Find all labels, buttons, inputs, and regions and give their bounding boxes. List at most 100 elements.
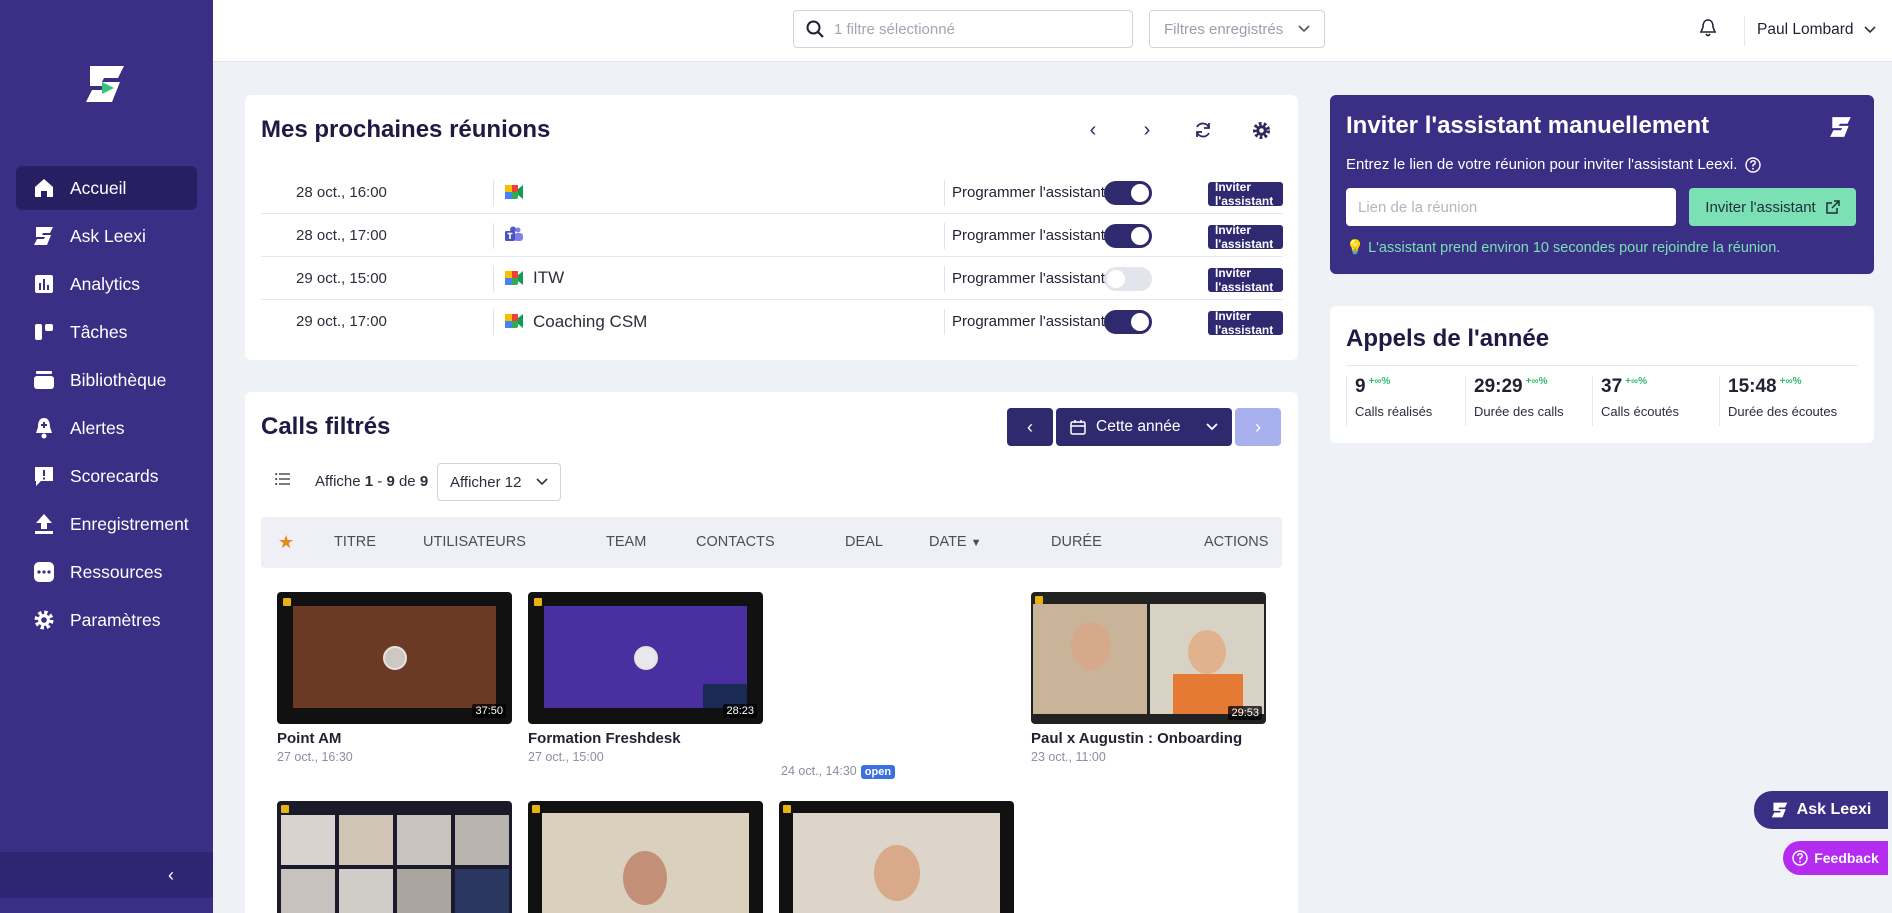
sidebar-item-scorecards[interactable]: Scorecards bbox=[16, 454, 197, 498]
per-page-select[interactable]: Afficher 12 bbox=[437, 463, 561, 501]
sidebar-item-accueil[interactable]: Accueil bbox=[16, 166, 197, 210]
sidebar-item-taches[interactable]: Tâches bbox=[16, 310, 197, 354]
call-date: 24 oct., 14:30 bbox=[781, 764, 857, 778]
call-tile[interactable] bbox=[528, 801, 763, 913]
call-duration: 28:23 bbox=[723, 704, 757, 718]
saved-filters-select[interactable]: Filtres enregistrés bbox=[1149, 10, 1325, 48]
meeting-title: ITW bbox=[533, 268, 565, 287]
upcoming-meetings-card: Mes prochaines réunions ‹ › 28 oct., 16:… bbox=[245, 95, 1298, 360]
chevron-down-icon bbox=[536, 478, 548, 486]
call-title[interactable]: Formation Freshdesk bbox=[528, 730, 763, 747]
star-icon[interactable]: ★ bbox=[278, 532, 294, 553]
stat-value: 15:48 bbox=[1728, 376, 1777, 397]
column-header-contacts[interactable]: CONTACTS bbox=[696, 534, 775, 550]
search-input[interactable]: 1 filtre sélectionné bbox=[793, 10, 1133, 48]
call-thumbnail[interactable] bbox=[779, 801, 1014, 913]
chevron-down-icon bbox=[1863, 26, 1876, 34]
column-header-duree[interactable]: DURÉE bbox=[1051, 534, 1102, 550]
invite-assistant-button[interactable]: Inviter l'assistant bbox=[1208, 266, 1283, 294]
call-thumbnail[interactable]: 28:23 bbox=[528, 592, 763, 724]
ask-leexi-floating-button[interactable]: Ask Leexi bbox=[1754, 791, 1888, 829]
sidebar-item-ask-leexi[interactable]: Ask Leexi bbox=[16, 214, 197, 258]
previous-period-button[interactable]: ‹ bbox=[1007, 408, 1053, 446]
google-meet-icon bbox=[504, 269, 524, 287]
invite-button-label: Inviter l'assistant bbox=[1705, 198, 1816, 216]
call-thumbnail[interactable]: 29:53 bbox=[1031, 592, 1266, 724]
sidebar-item-parametres[interactable]: Paramètres bbox=[16, 598, 197, 642]
invite-assistant-button[interactable]: Inviter l'assistant bbox=[1208, 223, 1283, 251]
yearly-calls-card: Appels de l'année 9 +∞% Calls réalisés 29… bbox=[1330, 306, 1874, 443]
program-assistant-label: Programmer l'assistant bbox=[952, 226, 1105, 244]
list-view-icon[interactable] bbox=[275, 472, 291, 491]
user-menu[interactable]: Paul Lombard bbox=[1757, 21, 1876, 39]
saved-filters-label: Filtres enregistrés bbox=[1164, 20, 1284, 38]
row-divider bbox=[493, 180, 494, 206]
leexi-icon bbox=[1771, 802, 1788, 818]
invite-subtitle-row: Entrez le lien de votre réunion pour inv… bbox=[1346, 156, 1762, 173]
sidebar-item-ressources[interactable]: Ressources bbox=[16, 550, 197, 594]
feedback-button[interactable]: Feedback bbox=[1783, 841, 1888, 875]
calendar-icon bbox=[1070, 420, 1086, 435]
leexi-logo[interactable] bbox=[84, 62, 130, 106]
showing-total: 9 bbox=[419, 473, 429, 490]
column-header-deal[interactable]: DEAL bbox=[845, 534, 883, 550]
call-tile[interactable] bbox=[277, 801, 512, 913]
tasks-icon bbox=[32, 320, 56, 344]
settings-gear-icon[interactable] bbox=[1250, 119, 1272, 141]
notifications-bell-icon[interactable] bbox=[1699, 18, 1717, 43]
sidebar-item-enregistrement[interactable]: Enregistrement bbox=[16, 502, 197, 546]
column-header-titre[interactable]: TITRE bbox=[334, 534, 376, 550]
sidebar-item-label: Alertes bbox=[70, 417, 125, 438]
user-name: Paul Lombard bbox=[1757, 21, 1854, 38]
sidebar-item-label: Tâches bbox=[70, 321, 128, 342]
next-period-button[interactable]: › bbox=[1235, 408, 1281, 446]
call-thumbnail[interactable] bbox=[528, 801, 763, 913]
call-thumbnail[interactable] bbox=[277, 801, 512, 913]
stat-delta: +∞% bbox=[1779, 376, 1802, 387]
invite-assistant-button[interactable]: Inviter l'assistant bbox=[1208, 309, 1283, 337]
column-header-utilisateurs[interactable]: UTILISATEURS bbox=[423, 534, 526, 550]
pin-icon bbox=[532, 805, 540, 813]
call-tile[interactable]: 29:53 Paul x Augustin : Onboarding 23 oc… bbox=[1031, 592, 1266, 764]
sidebar-item-label: Enregistrement bbox=[70, 513, 189, 534]
row-divider bbox=[493, 309, 494, 335]
feedback-label: Feedback bbox=[1814, 850, 1879, 866]
refresh-icon[interactable] bbox=[1192, 119, 1214, 141]
sidebar-item-analytics[interactable]: Analytics bbox=[16, 262, 197, 306]
meeting-link-input[interactable]: Lien de la réunion bbox=[1346, 188, 1676, 226]
period-select[interactable]: Cette année bbox=[1056, 408, 1232, 446]
call-duration: 37:50 bbox=[472, 704, 506, 718]
call-title[interactable]: Point AM bbox=[277, 730, 512, 747]
call-tile[interactable]: 28:23 Formation Freshdesk 27 oct., 15:00 bbox=[528, 592, 763, 764]
column-header-date[interactable]: DATE ▼ bbox=[929, 534, 982, 550]
program-assistant-toggle[interactable] bbox=[1104, 224, 1152, 248]
program-assistant-toggle[interactable] bbox=[1104, 267, 1152, 291]
call-tile[interactable]: 37:50 Point AM 27 oct., 16:30 bbox=[277, 592, 512, 764]
sidebar-item-alertes[interactable]: Alertes bbox=[16, 406, 197, 450]
stat-value: 37 bbox=[1601, 376, 1623, 397]
sidebar-item-bibliotheque[interactable]: Bibliothèque bbox=[16, 358, 197, 402]
sidebar-nav: Accueil Ask Leexi Analytics Tâches Bibli… bbox=[16, 166, 197, 646]
chevron-left-icon[interactable]: ‹ bbox=[1082, 119, 1104, 141]
teams-icon bbox=[504, 226, 524, 244]
column-header-team[interactable]: TEAM bbox=[606, 534, 646, 550]
help-icon[interactable] bbox=[1745, 156, 1762, 173]
call-date: 23 oct., 11:00 bbox=[1031, 750, 1106, 764]
invite-assistant-button[interactable]: Inviter l'assistant bbox=[1208, 180, 1283, 208]
program-assistant-toggle[interactable] bbox=[1104, 310, 1152, 334]
program-assistant-toggle[interactable] bbox=[1104, 181, 1152, 205]
meeting-title: Coaching CSM bbox=[533, 311, 648, 331]
call-title[interactable]: Paul x Augustin : Onboarding bbox=[1031, 730, 1266, 747]
call-thumbnail[interactable]: 37:50 bbox=[277, 592, 512, 724]
sidebar-item-label: Ressources bbox=[70, 561, 163, 582]
invite-hint: 💡 L'assistant prend environ 10 secondes … bbox=[1346, 240, 1781, 256]
invite-assistant-submit-button[interactable]: Inviter l'assistant bbox=[1689, 188, 1856, 226]
sidebar-collapse-button[interactable]: ‹ bbox=[0, 852, 213, 898]
chevron-right-icon[interactable]: › bbox=[1136, 119, 1158, 141]
call-tile[interactable]: 24 oct., 14:30 open bbox=[781, 761, 896, 779]
calls-title: Calls filtrés bbox=[261, 413, 391, 440]
showing-separator: - bbox=[377, 473, 383, 490]
chevron-left-icon: ‹ bbox=[1027, 416, 1033, 437]
avatar bbox=[633, 646, 658, 670]
call-tile[interactable] bbox=[779, 801, 1014, 913]
